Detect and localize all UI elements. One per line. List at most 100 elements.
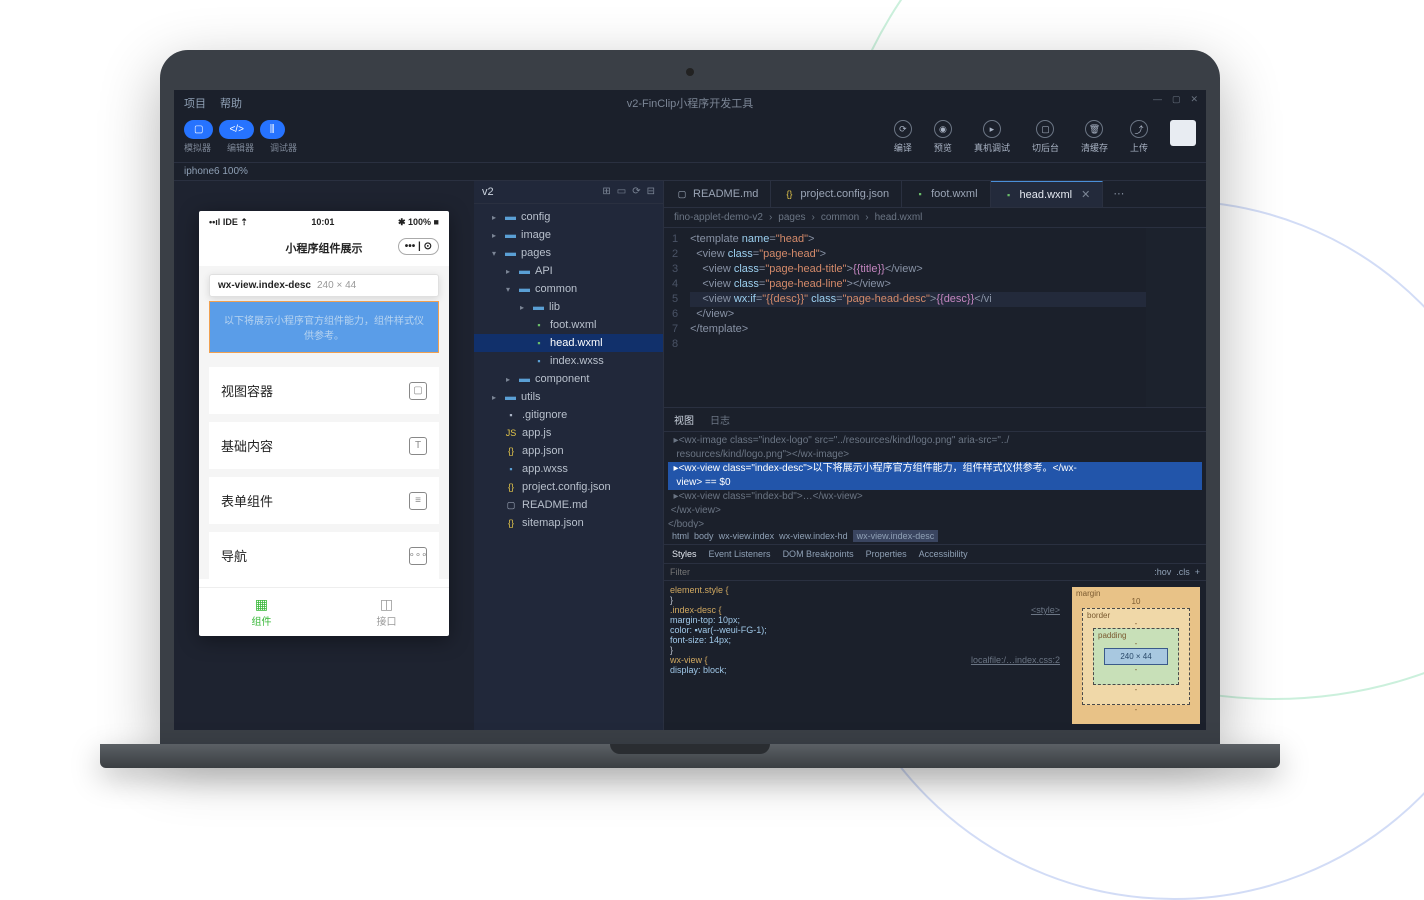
- tree-file[interactable]: ▪index.wxss: [474, 352, 663, 370]
- tree-file[interactable]: ▢README.md: [474, 496, 663, 514]
- pill-debugger[interactable]: ⫼: [260, 120, 285, 139]
- form-icon: ≡: [409, 492, 427, 510]
- tab-readme[interactable]: ▢README.md: [664, 181, 771, 207]
- list-item[interactable]: 视图容器▢: [209, 367, 439, 414]
- statusbar: iphone6 100%: [174, 163, 1206, 181]
- list-item[interactable]: 基础内容T: [209, 422, 439, 469]
- text-icon: T: [409, 437, 427, 455]
- tree-folder[interactable]: ▾▬pages: [474, 244, 663, 262]
- file-explorer: v2 ⊞ ▭ ⟳ ⊟ ▸▬config ▸▬image ▾▬pages ▸▬AP…: [474, 181, 664, 730]
- tree-file-selected[interactable]: ▪head.wxml: [474, 334, 663, 352]
- tree-file[interactable]: ▪foot.wxml: [474, 316, 663, 334]
- toolbar: ▢ </> ⫼ 模拟器 编辑器 调试器 ⟳编译 ◉预览 ▸真机调试 ▢切后台 🗑…: [174, 116, 1206, 163]
- tree-folder[interactable]: ▸▬API: [474, 262, 663, 280]
- tb-background[interactable]: ▢切后台: [1032, 120, 1059, 154]
- subtab-a11y[interactable]: Accessibility: [919, 549, 968, 559]
- new-folder-icon[interactable]: ▭: [617, 186, 626, 198]
- hov-toggle[interactable]: :hov: [1154, 567, 1171, 577]
- add-rule-icon[interactable]: +: [1195, 567, 1200, 577]
- tab-head-active[interactable]: ▪head.wxml✕: [991, 181, 1104, 207]
- tb-preview[interactable]: ◉预览: [934, 120, 952, 154]
- phone-battery: ✱ 100% ■: [398, 217, 439, 228]
- highlighted-element[interactable]: 以下将展示小程序官方组件能力，组件样式仪供参考。: [209, 301, 439, 353]
- subtab-styles[interactable]: Styles: [672, 549, 697, 559]
- editor-column: ▢README.md {}project.config.json ▪foot.w…: [664, 181, 1206, 730]
- minimize-icon[interactable]: —: [1153, 94, 1162, 105]
- minimap[interactable]: [1146, 228, 1206, 407]
- tab-overflow-icon[interactable]: ⋯: [1103, 181, 1134, 207]
- explorer-root: v2: [482, 186, 494, 198]
- tree-folder[interactable]: ▸▬config: [474, 208, 663, 226]
- dom-crumbs: html body wx-view.index wx-view.index-hd…: [664, 528, 1206, 545]
- tree-folder[interactable]: ▾▬common: [474, 280, 663, 298]
- pill-simulator[interactable]: ▢: [184, 120, 213, 139]
- phone-tab-component[interactable]: ▦组件: [199, 588, 324, 636]
- nav-icon: ∘∘∘: [409, 547, 427, 565]
- tree-file[interactable]: {}app.json: [474, 442, 663, 460]
- maximize-icon[interactable]: ▢: [1172, 94, 1181, 105]
- tree-file[interactable]: {}sitemap.json: [474, 514, 663, 532]
- simulator-panel: ••ıl IDE ⇡ 10:01 ✱ 100% ■ 小程序组件展示 ••• | …: [174, 181, 474, 730]
- phone-menu-icon[interactable]: ••• | ⊙: [398, 238, 439, 255]
- component-icon: ▦: [199, 596, 324, 613]
- pill-label-simulator: 模拟器: [184, 141, 211, 154]
- laptop-base: [100, 744, 1280, 768]
- cls-toggle[interactable]: .cls: [1176, 567, 1190, 577]
- app-title: v2-FinClip小程序开发工具: [627, 95, 754, 111]
- code-editor[interactable]: 12345678 <template name="head"> <view cl…: [664, 228, 1146, 407]
- dt-tab-wxml[interactable]: 视图: [674, 412, 694, 427]
- phone-signal: ••ıl IDE ⇡: [209, 217, 248, 228]
- tb-upload[interactable]: ⤴上传: [1130, 120, 1148, 154]
- menubar: 项目 帮助 v2-FinClip小程序开发工具 — ▢ ✕: [174, 90, 1206, 116]
- refresh-icon[interactable]: ⟳: [632, 186, 640, 198]
- phone-tab-api[interactable]: ◫接口: [324, 588, 449, 636]
- container-icon: ▢: [409, 382, 427, 400]
- tree-folder[interactable]: ▸▬utils: [474, 388, 663, 406]
- tab-projectconfig[interactable]: {}project.config.json: [771, 181, 902, 207]
- styles-filter-input[interactable]: [670, 567, 1154, 577]
- tree-folder[interactable]: ▸▬image: [474, 226, 663, 244]
- editor-tabs: ▢README.md {}project.config.json ▪foot.w…: [664, 181, 1206, 208]
- dom-inspector[interactable]: ▸<wx-image class="index-logo" src="../re…: [664, 432, 1206, 528]
- new-file-icon[interactable]: ⊞: [602, 186, 610, 198]
- avatar[interactable]: [1170, 120, 1196, 146]
- tree-file[interactable]: ▪.gitignore: [474, 406, 663, 424]
- menu-project[interactable]: 项目: [184, 95, 206, 111]
- list-item[interactable]: 表单组件≡: [209, 477, 439, 524]
- inspector-tooltip: wx-view.index-desc240 × 44: [209, 274, 439, 297]
- dt-tab-console[interactable]: 日志: [710, 412, 730, 427]
- subtab-listeners[interactable]: Event Listeners: [709, 549, 771, 559]
- tb-remote[interactable]: ▸真机调试: [974, 120, 1010, 154]
- ide-window: 项目 帮助 v2-FinClip小程序开发工具 — ▢ ✕ ▢ </> ⫼ 模拟…: [174, 90, 1206, 730]
- subtab-props[interactable]: Properties: [866, 549, 907, 559]
- api-icon: ◫: [324, 596, 449, 613]
- tab-foot[interactable]: ▪foot.wxml: [902, 181, 990, 207]
- tree-file[interactable]: {}project.config.json: [474, 478, 663, 496]
- devtools: 视图 日志 ▸<wx-image class="index-logo" src=…: [664, 408, 1206, 730]
- tree-folder[interactable]: ▸▬component: [474, 370, 663, 388]
- pill-editor[interactable]: </>: [219, 120, 253, 139]
- phone-title: 小程序组件展示: [286, 243, 363, 255]
- laptop-frame: 项目 帮助 v2-FinClip小程序开发工具 — ▢ ✕ ▢ </> ⫼ 模拟…: [160, 50, 1220, 768]
- breadcrumb: fino-applet-demo-v2›pages›common›head.wx…: [664, 208, 1206, 228]
- tree-file[interactable]: ▪app.wxss: [474, 460, 663, 478]
- list-item[interactable]: 导航∘∘∘: [209, 532, 439, 579]
- pill-label-debugger: 调试器: [270, 141, 297, 154]
- camera-dot: [686, 68, 694, 76]
- phone-time: 10:01: [311, 217, 334, 228]
- close-icon[interactable]: ✕: [1190, 94, 1198, 105]
- tb-compile[interactable]: ⟳编译: [894, 120, 912, 154]
- device-label: iphone6 100%: [184, 166, 248, 177]
- phone-frame: ••ıl IDE ⇡ 10:01 ✱ 100% ■ 小程序组件展示 ••• | …: [199, 211, 449, 636]
- tree-folder[interactable]: ▸▬lib: [474, 298, 663, 316]
- tb-clearcache[interactable]: 🗑清缓存: [1081, 120, 1108, 154]
- collapse-icon[interactable]: ⊟: [647, 186, 655, 198]
- window-controls: — ▢ ✕: [1153, 94, 1198, 105]
- tree-file[interactable]: JSapp.js: [474, 424, 663, 442]
- tab-close-icon[interactable]: ✕: [1081, 188, 1090, 201]
- subtab-dom[interactable]: DOM Breakpoints: [783, 549, 854, 559]
- css-rules[interactable]: element.style { } .index-desc {<style> m…: [664, 581, 1066, 730]
- box-model: margin 10 border - padding - 240 × 44 -: [1066, 581, 1206, 730]
- menu-help[interactable]: 帮助: [220, 95, 242, 111]
- pill-label-editor: 编辑器: [227, 141, 254, 154]
